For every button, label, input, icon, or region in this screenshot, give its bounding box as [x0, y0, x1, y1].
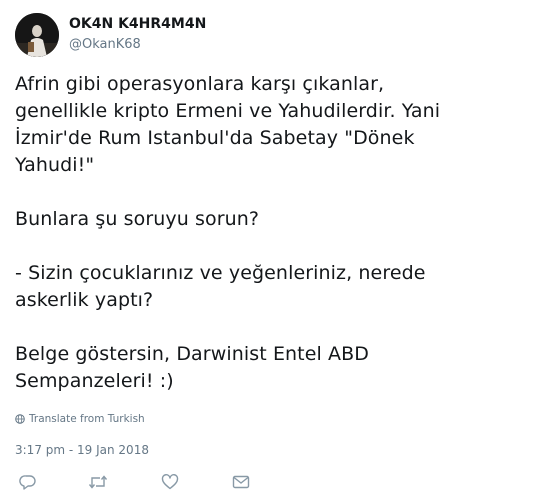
action-bar: [0, 472, 534, 492]
avatar[interactable]: [15, 13, 59, 57]
tweet-paragraph: Belge göstersin, Darwinist Entel ABD Sem…: [15, 343, 370, 392]
translate-label: Translate from Turkish: [29, 413, 145, 425]
avatar-image: [15, 13, 59, 57]
tweet-card: OK4N K4HR4M4N @OkanK68 Afrin gibi operas…: [0, 0, 534, 501]
timestamp[interactable]: 3:17 pm - 19 Jan 2018: [15, 443, 149, 457]
globe-icon: [15, 414, 25, 424]
translate-link[interactable]: Translate from Turkish: [15, 413, 145, 425]
display-name[interactable]: OK4N K4HR4M4N: [69, 16, 206, 32]
tweet-paragraph: Bunlara şu soruyu sorun?: [15, 208, 260, 230]
retweet-icon[interactable]: [88, 472, 108, 492]
user-handle[interactable]: @OkanK68: [69, 37, 141, 52]
tweet-paragraph: Afrin gibi operasyonlara karşı çıkanlar,…: [15, 73, 441, 176]
message-icon[interactable]: [231, 472, 251, 492]
tweet-paragraph: - Sizin çocuklarınız ve yeğenleriniz, ne…: [15, 262, 426, 311]
like-icon[interactable]: [160, 472, 180, 492]
tweet-text: Afrin gibi operasyonlara karşı çıkanlar,…: [15, 71, 520, 395]
reply-icon[interactable]: [18, 472, 38, 492]
